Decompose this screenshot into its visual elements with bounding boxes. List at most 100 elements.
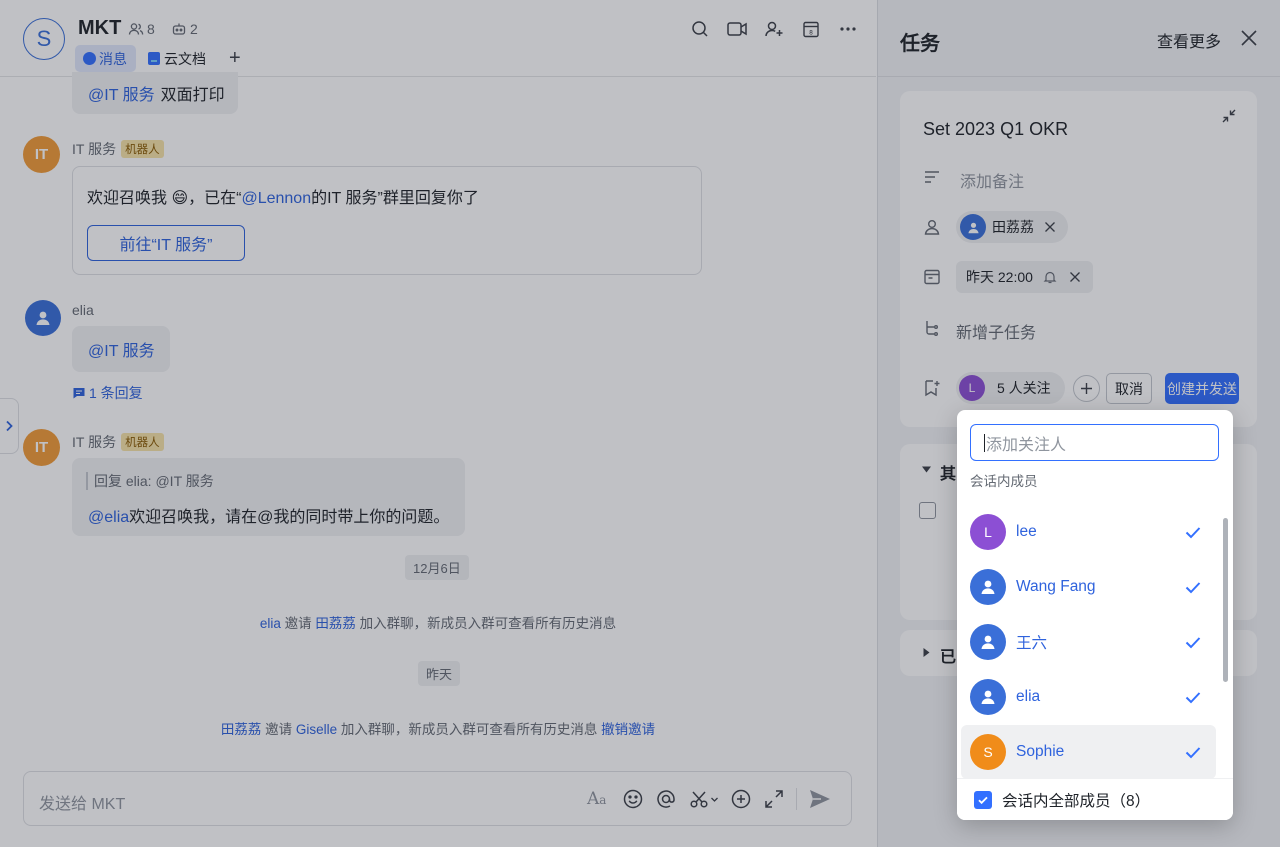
reply-thread-link[interactable]: 1 条回复 bbox=[72, 383, 143, 403]
follower-avatar-letter: L bbox=[968, 381, 976, 395]
add-member-icon[interactable] bbox=[761, 16, 787, 42]
check-icon bbox=[1182, 576, 1204, 598]
member-option[interactable]: 王六 bbox=[961, 615, 1216, 669]
send-icon[interactable] bbox=[808, 788, 832, 810]
section-title[interactable]: 其 bbox=[940, 460, 956, 484]
task-editor-card: Set 2023 Q1 OKR 添加备注 田荔荔 昨天 22:00 新增子任务 … bbox=[900, 91, 1257, 427]
sender-avatar[interactable] bbox=[25, 300, 61, 336]
remove-due-icon[interactable] bbox=[1069, 271, 1081, 283]
person-icon bbox=[981, 635, 995, 649]
quoted-reply[interactable]: 回复 elia: @IT 服务 bbox=[86, 472, 214, 490]
member-option[interactable]: S Sophie bbox=[961, 725, 1216, 779]
sender-avatar[interactable]: IT bbox=[23, 429, 60, 466]
add-tab-button[interactable]: + bbox=[229, 46, 241, 70]
group-title[interactable]: MKT bbox=[78, 17, 121, 40]
card-text-before: 欢迎召唤我 😄，已在“ bbox=[87, 190, 242, 207]
create-send-button[interactable]: 创建并发送 bbox=[1165, 373, 1239, 404]
expand-icon[interactable] bbox=[763, 788, 785, 810]
member-count[interactable]: 8 bbox=[128, 21, 155, 37]
follower-picker-dropdown: 添加关注人 会话内成员 Llee Wang Fang 王六 elia S Sophie 会… bbox=[957, 410, 1233, 820]
select-all-checkbox[interactable] bbox=[974, 790, 992, 809]
collapse-icon[interactable] bbox=[1221, 108, 1237, 124]
tab-docs[interactable]: 云文档 bbox=[148, 45, 206, 72]
scissors-icon[interactable] bbox=[688, 788, 719, 810]
mention-link[interactable]: @IT 服务 bbox=[88, 337, 155, 361]
bot-count[interactable]: 2 bbox=[171, 21, 198, 37]
message-text: 欢迎召唤我，请在@我的同时带上你的问题。 bbox=[129, 509, 450, 526]
emoji-icon[interactable] bbox=[622, 788, 644, 810]
add-follower-button[interactable] bbox=[1073, 375, 1100, 402]
add-icon[interactable] bbox=[730, 788, 752, 810]
task-checkbox[interactable] bbox=[919, 502, 936, 519]
sender-avatar[interactable]: IT bbox=[23, 136, 60, 173]
goto-it-service-button[interactable]: 前往“IT 服务” bbox=[87, 225, 245, 261]
search-icon[interactable] bbox=[687, 16, 713, 42]
calendar-icon[interactable]: 8 bbox=[798, 16, 824, 42]
tab-messages[interactable]: 消息 bbox=[75, 45, 136, 72]
cancel-button[interactable]: 取消 bbox=[1106, 373, 1152, 404]
add-subtask-button[interactable]: 新增子任务 bbox=[956, 319, 1036, 343]
person-icon bbox=[981, 580, 995, 594]
task-title[interactable]: Set 2023 Q1 OKR bbox=[923, 119, 1068, 140]
mention-icon[interactable] bbox=[655, 788, 677, 810]
check-icon bbox=[978, 796, 988, 804]
group-avatar-letter: S bbox=[36, 26, 52, 51]
font-icon[interactable]: Aa bbox=[587, 787, 611, 811]
view-more-link[interactable]: 查看更多 bbox=[1157, 28, 1221, 52]
member-option[interactable]: Llee bbox=[961, 505, 1216, 559]
member-avatar: L bbox=[970, 514, 1006, 550]
sender-name[interactable]: IT 服务 bbox=[72, 432, 116, 452]
assignee-avatar bbox=[960, 214, 986, 240]
bell-icon[interactable] bbox=[1043, 270, 1057, 284]
member-option[interactable]: elia bbox=[961, 670, 1216, 724]
members-icon bbox=[128, 23, 144, 35]
member-avatar: S bbox=[970, 734, 1006, 770]
video-icon[interactable] bbox=[724, 16, 750, 42]
message-text: 双面打印 bbox=[160, 87, 225, 104]
member-name: 王六 bbox=[1016, 635, 1048, 652]
sender-name[interactable]: elia bbox=[72, 302, 94, 318]
person-icon bbox=[981, 690, 995, 704]
follower-search-input[interactable]: 添加关注人 bbox=[970, 424, 1219, 461]
note-input[interactable]: 添加备注 bbox=[960, 168, 1024, 192]
message-bubble[interactable]: 回复 elia: @IT 服务 @elia欢迎召唤我，请在@我的同时带上你的问题… bbox=[72, 458, 465, 536]
member-avatar bbox=[970, 569, 1006, 605]
group-avatar[interactable]: S bbox=[23, 18, 65, 60]
user-link[interactable]: 田荔荔 bbox=[315, 616, 356, 631]
member-option[interactable]: Wang Fang bbox=[961, 560, 1216, 614]
scrollbar-thumb[interactable] bbox=[1223, 518, 1228, 682]
more-icon[interactable] bbox=[835, 16, 861, 42]
assignee-chip[interactable]: 田荔荔 bbox=[956, 211, 1068, 243]
message-icon bbox=[83, 52, 96, 65]
system-text: 加入群聊，新成员入群可查看所有历史消息 bbox=[359, 616, 617, 631]
select-all-row[interactable]: 会话内全部成员（8） bbox=[957, 778, 1233, 820]
message-text-line: @elia欢迎召唤我，请在@我的同时带上你的问题。 bbox=[88, 503, 449, 527]
user-link[interactable]: 田荔荔 bbox=[221, 722, 262, 737]
message-bubble[interactable]: @IT 服务 bbox=[72, 326, 170, 372]
mention-link[interactable]: @IT 服务 bbox=[88, 81, 155, 105]
message-bubble[interactable]: @IT 服务 双面打印 bbox=[72, 72, 238, 114]
remove-assignee-icon[interactable] bbox=[1044, 221, 1056, 233]
person-icon bbox=[967, 222, 979, 233]
follower-avatar: L bbox=[959, 375, 985, 401]
check-icon bbox=[1182, 631, 1204, 653]
due-date-chip[interactable]: 昨天 22:00 bbox=[956, 261, 1093, 293]
revoke-invite-link[interactable]: 撤销邀请 bbox=[601, 722, 655, 737]
calendar-outline-icon bbox=[923, 268, 941, 286]
tab-messages-label: 消息 bbox=[99, 50, 127, 67]
user-link[interactable]: Giselle bbox=[296, 722, 337, 737]
sender-name[interactable]: IT 服务 bbox=[72, 139, 116, 159]
user-link[interactable]: elia bbox=[260, 616, 281, 631]
caret-right-icon[interactable] bbox=[921, 647, 932, 658]
message-input[interactable]: 发送给 MKT Aa bbox=[23, 771, 852, 826]
caret-down-icon[interactable] bbox=[921, 464, 932, 475]
close-icon[interactable] bbox=[1239, 28, 1259, 48]
followers-chip[interactable]: L 5 人关注 bbox=[956, 372, 1065, 404]
system-verb: 邀请 bbox=[284, 616, 312, 631]
section-title[interactable]: 已 bbox=[940, 643, 956, 667]
expand-sidebar-button[interactable] bbox=[0, 398, 19, 454]
mention-link[interactable]: @elia bbox=[88, 509, 129, 526]
check-icon bbox=[1182, 741, 1204, 763]
member-name: lee bbox=[1016, 523, 1037, 540]
mention-link[interactable]: @Lennon bbox=[241, 190, 311, 207]
